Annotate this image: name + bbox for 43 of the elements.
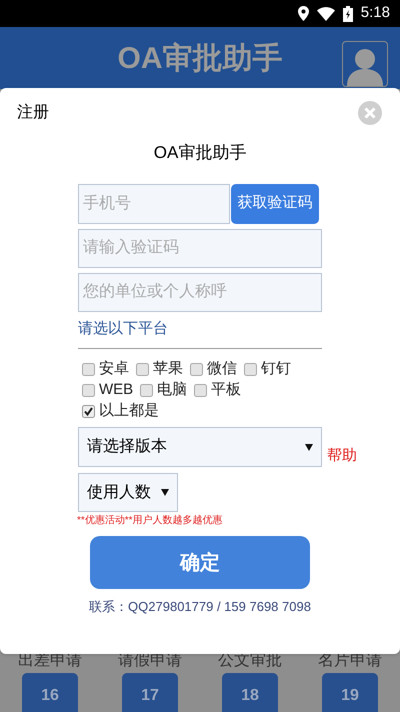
checkbox[interactable]	[140, 384, 154, 396]
checkbox[interactable]	[136, 362, 149, 376]
close-icon[interactable]	[357, 100, 383, 126]
checkbox[interactable]	[82, 404, 95, 418]
checkbox[interactable]	[190, 362, 203, 376]
checkbox[interactable]	[82, 362, 95, 376]
help-link[interactable]: 帮助	[327, 444, 357, 467]
checkbox-label: 平板	[211, 380, 242, 400]
wifi-icon	[316, 6, 335, 20]
contact-text: 联系：QQ279801779 / 159 7698 7098	[89, 598, 311, 616]
avatar-button[interactable]	[342, 41, 388, 87]
menu-tile[interactable]: 19	[322, 673, 378, 712]
confirm-button[interactable]: 确定	[90, 536, 310, 589]
checkbox[interactable]	[244, 362, 257, 376]
clock-time: 5:18	[360, 3, 390, 24]
menu-tile[interactable]: 16	[22, 673, 78, 712]
checkbox-label: 钉钉	[261, 358, 291, 379]
get-code-button[interactable]: 获取验证码	[231, 184, 319, 224]
battery-icon	[342, 6, 353, 22]
dropdown-arrow-icon	[161, 489, 169, 496]
app-title: OA审批助手	[118, 40, 282, 76]
checkbox-label: 微信	[207, 358, 237, 379]
checkbox-label: 苹果	[153, 358, 183, 379]
user-icon	[347, 48, 383, 86]
name-input[interactable]: 您的单位或个人称呼	[78, 272, 322, 312]
location-icon	[298, 6, 309, 21]
dialog-title: 注册	[17, 102, 49, 123]
promo-text: **优惠活动**用户人数越多越优惠	[77, 514, 223, 528]
dropdown-arrow-icon	[305, 444, 313, 450]
version-select[interactable]: 请选择版本	[78, 427, 322, 467]
checkbox-label: 电脑	[157, 380, 188, 400]
menu-tile[interactable]: 18	[222, 673, 278, 712]
code-input[interactable]: 请输入验证码	[78, 228, 322, 268]
checkbox[interactable]	[82, 384, 95, 396]
users-select[interactable]: 使用人数	[78, 473, 178, 512]
checkbox-label: 以上都是	[99, 400, 159, 421]
checkbox[interactable]	[194, 384, 208, 396]
menu-tile[interactable]: 17	[122, 673, 178, 712]
checkbox-label: WEB	[99, 380, 134, 400]
phone-input[interactable]: 手机号	[78, 184, 230, 224]
platform-label: 请选以下平台	[78, 318, 168, 338]
form-heading: OA审批助手	[154, 142, 246, 164]
checkbox-label: 安卓	[99, 358, 129, 379]
